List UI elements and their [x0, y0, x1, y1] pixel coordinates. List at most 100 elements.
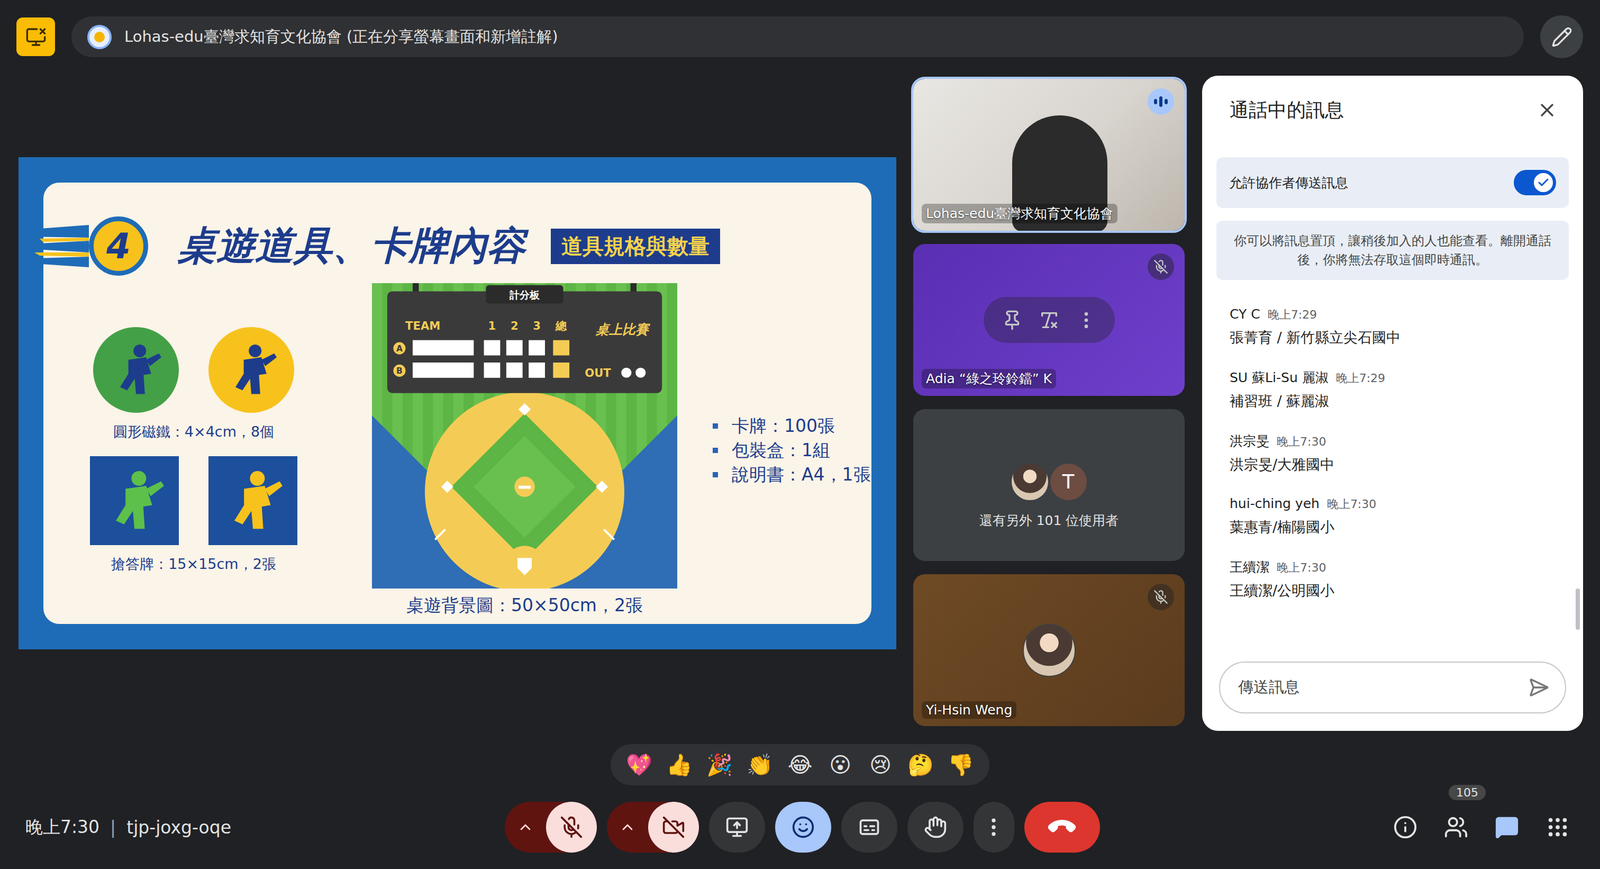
people-button[interactable]: 105	[1434, 805, 1478, 849]
reaction-button[interactable]: 👏	[739, 746, 780, 784]
permission-toggle-row: 允許協作者傳送訊息	[1216, 157, 1569, 208]
bullet	[712, 423, 718, 429]
reaction-button[interactable]: 👎	[940, 746, 981, 784]
present-button[interactable]	[708, 801, 766, 853]
spec-list: 卡牌：100張包裝盒：1組說明書：A4，1張	[712, 413, 871, 487]
slide-panel: 4桌遊道具、卡牌內容道具規格與數量圓形磁鐵：4×4cm，8個搶答牌：15×15c…	[43, 182, 872, 624]
people-icon	[1443, 814, 1469, 840]
emoji-icon	[791, 815, 815, 839]
bottom-bar: 晚上7:30|tjp-joxg-oqe 105	[0, 785, 1600, 869]
hang-up-icon	[1045, 810, 1079, 844]
tile-controls	[983, 296, 1115, 343]
player-icon	[215, 463, 290, 538]
message-text: 葉惠青/楠陽國小	[1229, 517, 1556, 537]
presenting-badge[interactable]	[16, 17, 56, 57]
mic-off-icon	[1153, 259, 1169, 275]
participant-tile[interactable]: Lohas-edu臺灣求知育文化協會	[913, 78, 1185, 231]
chat-title: 通話中的訊息	[1229, 97, 1344, 124]
meeting-info: 晚上7:30|tjp-joxg-oqe	[25, 815, 505, 840]
slide-tag: 道具規格與數量	[550, 228, 721, 265]
presenter-avatar	[87, 24, 112, 50]
board-image: 計分板TEAM123總AB桌上比賽OUT	[371, 283, 678, 589]
avatar-row: T	[1010, 462, 1088, 502]
raise-hand-button[interactable]	[907, 801, 964, 853]
participant-tile[interactable]: Adia “綠之玲鈴鐺” K	[913, 243, 1185, 396]
answer-card-label: 搶答牌：15×15cm，2張	[111, 554, 277, 574]
participant-tiles: Lohas-edu臺灣求知育文化協會Adia “綠之玲鈴鐺” K T 還有另外 10…	[913, 75, 1185, 731]
more-icon[interactable]	[1075, 309, 1097, 331]
frame-off-icon[interactable]	[1038, 309, 1060, 331]
reaction-button[interactable]: 👍	[659, 746, 700, 784]
reaction-bar: 💖👍🎉👏😂😮😢🤔👎	[610, 743, 990, 786]
muted-indicator	[1147, 583, 1175, 611]
permission-switch[interactable]	[1513, 169, 1557, 196]
board-column: 計分板TEAM123總AB桌上比賽OUT桌遊背景圖：50×50cm，2張	[371, 283, 678, 618]
reaction-button[interactable]: 😂	[779, 746, 821, 784]
answer-card	[208, 456, 298, 545]
participant-tile[interactable]: Yi-Hsin Weng	[913, 574, 1185, 726]
more-button[interactable]	[973, 801, 1015, 853]
reaction-button[interactable]: 💖	[619, 746, 660, 784]
pin-icon[interactable]	[1001, 309, 1023, 331]
check-icon	[1537, 176, 1550, 189]
participant-tile[interactable]: T 還有另外 101 位使用者	[913, 408, 1185, 561]
avatar: T	[1049, 462, 1088, 502]
reaction-button[interactable]: 😮	[820, 746, 861, 784]
activities-button[interactable]	[1536, 805, 1579, 849]
microphone-control	[504, 801, 597, 853]
pencil-icon	[1551, 26, 1573, 48]
svg-text:TEAM: TEAM	[405, 319, 441, 333]
chat-panel: 通話中的訊息允許協作者傳送訊息你可以將訊息置頂，讓稍後加入的人也能查看。離開通話…	[1202, 75, 1584, 731]
chat-button[interactable]	[1485, 805, 1529, 849]
mic-off-icon	[1153, 589, 1169, 605]
chat-icon	[1494, 814, 1520, 840]
options-button[interactable]	[606, 801, 649, 853]
bullet	[712, 447, 718, 453]
reactions-button[interactable]	[775, 801, 832, 853]
chat-message: SU 蘇Li-Su 麗淑晚上7:29補習班 / 蘇麗淑	[1229, 368, 1556, 411]
leave-button[interactable]	[1024, 801, 1100, 853]
svg-text:OUT: OUT	[584, 366, 612, 380]
avatar	[1022, 623, 1076, 677]
message-sender: 洪宗旻	[1229, 432, 1270, 450]
scrollbar[interactable]	[1575, 588, 1580, 630]
present-icon	[725, 815, 749, 839]
reaction-button[interactable]: 😢	[860, 746, 901, 784]
chat-message: 王續潔晚上7:30王續潔/公明國小	[1229, 558, 1556, 600]
slide-title: 桌遊道具、卡牌內容	[177, 220, 526, 273]
spec-item: 包裝盒：1組	[712, 438, 871, 463]
camera-button[interactable]	[648, 801, 699, 853]
reaction-button[interactable]: 🎉	[699, 746, 740, 784]
camera-off-icon	[661, 815, 686, 839]
annotate-button[interactable]	[1540, 15, 1584, 59]
reaction-row: 💖👍🎉👏😂😮😢🤔👎	[0, 743, 1600, 786]
bullet	[712, 471, 718, 478]
slide-number-badge: 4	[18, 214, 149, 278]
options-button[interactable]	[504, 801, 547, 853]
reaction-button[interactable]: 🤔	[900, 746, 941, 784]
hand-icon	[923, 815, 948, 839]
board-caption: 桌遊背景圖：50×50cm，2張	[406, 593, 643, 618]
message-time: 晚上7:30	[1276, 433, 1326, 450]
magnet-row	[93, 326, 295, 413]
slide-content: 圓形磁鐵：4×4cm，8個搶答牌：15×15cm，2張計分板TEAM123總AB…	[43, 283, 872, 618]
message-sender: 王續潔	[1229, 558, 1270, 576]
mic-off-icon	[559, 815, 584, 839]
captions-button[interactable]	[841, 801, 898, 853]
microphone-button[interactable]	[546, 801, 597, 853]
message-time: 晚上7:29	[1267, 306, 1317, 323]
swoosh-icon	[18, 214, 89, 278]
send-button[interactable]	[1528, 676, 1550, 698]
presentation-area: 4桌遊道具、卡牌內容道具規格與數量圓形磁鐵：4×4cm，8個搶答牌：15×15c…	[18, 75, 897, 731]
message-input[interactable]: 傳送訊息	[1219, 661, 1567, 714]
props-column: 圓形磁鐵：4×4cm，8個搶答牌：15×15cm，2張	[90, 326, 297, 574]
info-button[interactable]	[1384, 805, 1427, 849]
message-time: 晚上7:30	[1276, 559, 1326, 576]
others-label: 還有另外 101 位使用者	[979, 511, 1120, 530]
stage: 4桌遊道具、卡牌內容道具規格與數量圓形磁鐵：4×4cm，8個搶答牌：15×15c…	[18, 75, 1186, 731]
close-button[interactable]	[1532, 95, 1562, 125]
spec-item: 說明書：A4，1張	[712, 462, 871, 487]
slide-header: 4桌遊道具、卡牌內容道具規格與數量	[43, 214, 872, 278]
chevron-up-icon	[516, 818, 534, 836]
svg-text:計分板: 計分板	[508, 288, 541, 302]
